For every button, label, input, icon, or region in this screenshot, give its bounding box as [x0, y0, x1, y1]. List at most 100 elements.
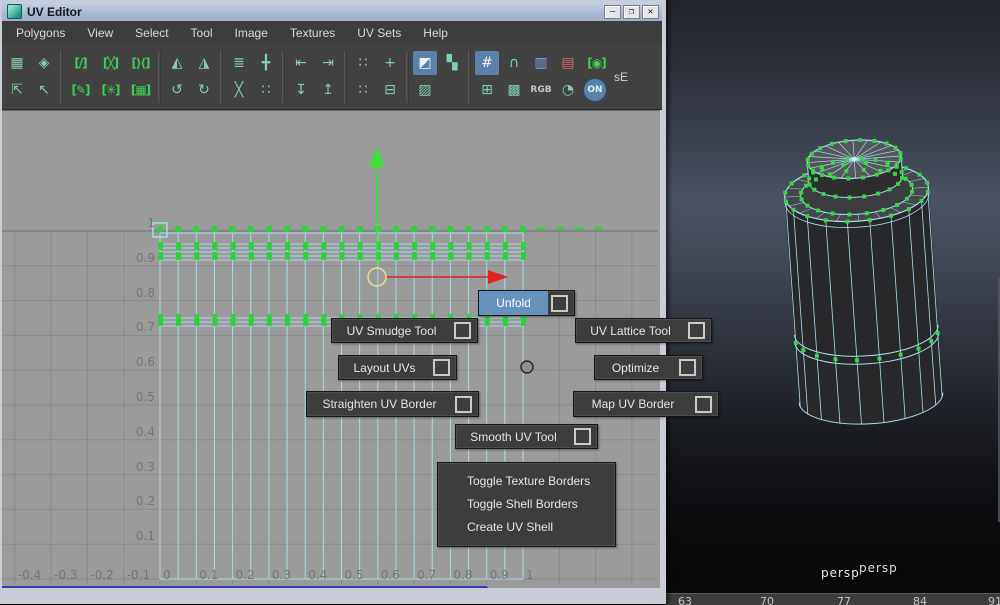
submenu-item-toggle-texture-borders[interactable]: Toggle Texture Borders — [438, 470, 615, 493]
marking-menu-map-uv-border[interactable]: Map UV Border — [573, 391, 719, 417]
toolbar-group: ≣╋╳∷ — [227, 51, 278, 102]
align-v-max-icon[interactable]: ↥ — [316, 78, 340, 102]
display-on-icon[interactable]: ON — [583, 78, 607, 102]
align-u-max-icon[interactable]: ⇥ — [316, 51, 340, 75]
menubar-item-uv-sets[interactable]: UV Sets — [346, 21, 412, 44]
randomize-shells-icon[interactable]: ╳ — [227, 78, 251, 102]
tile-border-icon[interactable]: ⊞ — [475, 78, 499, 102]
menubar-item-help[interactable]: Help — [412, 21, 459, 44]
snap-stack-icon[interactable]: ∷ — [351, 78, 375, 102]
snap-to-grid-icon[interactable]: ╋ — [254, 51, 278, 75]
toolbar-group: [∕][╳][⟩⟨] [✎][✳][▦] — [67, 51, 154, 102]
option-box[interactable] — [454, 322, 471, 339]
persp-viewport[interactable]: persp persp 6370778491 — [666, 0, 1000, 604]
cut-uv-edge-icon[interactable]: [∕] — [67, 51, 94, 75]
stack-shells-icon[interactable]: ∷ — [254, 78, 278, 102]
shrink-texture-icon[interactable]: ▚ — [440, 51, 464, 75]
marking-menu-label: UV Lattice Tool — [576, 319, 685, 342]
marking-menu-uv-lattice-tool[interactable]: UV Lattice Tool — [575, 318, 712, 343]
menubar-item-textures[interactable]: Textures — [279, 21, 346, 44]
toolbar-row: ◩▚ — [413, 51, 464, 75]
alpha-channel-icon[interactable]: ◔ — [556, 78, 580, 102]
align-u-min-icon[interactable]: ⇤ — [289, 51, 313, 75]
sew-uv-edges-icon[interactable]: [⟩⟨] — [127, 51, 154, 75]
toolbar-group: ▦◈⇱↖ — [5, 51, 56, 102]
toolbar-group: ⇤⇥↧↥ — [289, 51, 340, 102]
marking-menu-label: Optimize — [595, 356, 676, 379]
dim-image-icon[interactable]: ▩ — [502, 78, 526, 102]
uv-canvas[interactable]: 10.90.80.70.60.50.40.30.20.1-0.4-0.3-0.2… — [2, 110, 660, 588]
option-box[interactable] — [455, 396, 472, 413]
marking-menu-submenu: Toggle Texture BordersToggle Shell Borde… — [437, 462, 616, 547]
remove-tile-icon[interactable]: ⊟ — [378, 78, 402, 102]
minimize-button[interactable]: – — [604, 5, 621, 19]
toolbar-row: ↧↥ — [289, 78, 340, 102]
marking-menu-label: Unfold — [479, 291, 548, 315]
toolbar-group: ◩▚▨ — [413, 51, 464, 102]
rgb-channels-icon[interactable]: RGB — [529, 78, 553, 102]
titlebar[interactable]: UV Editor –❒✕ — [2, 2, 662, 21]
toolbar-row: ⇱↖ — [5, 78, 56, 102]
marking-menu-label: Straighten UV Border — [307, 392, 452, 416]
toolbar-group: #∩▥▤[◉] ⊞▩RGB◔ON — [475, 51, 610, 102]
marking-menu-uv-smudge-tool[interactable]: UV Smudge Tool — [331, 318, 478, 343]
option-box[interactable] — [679, 359, 696, 376]
menubar-item-tool[interactable]: Tool — [180, 21, 224, 44]
toolbar: ▦◈⇱↖[∕][╳][⟩⟨][✎][✳][▦]◭◮↺↻≣╋╳∷⇤⇥↧↥∷+∷⊟◩… — [2, 44, 662, 110]
toolbar-row: ↺↻ — [165, 78, 216, 102]
toolbar-row: ◭◮ — [165, 51, 216, 75]
cut-uv-tool-icon[interactable]: [✎] — [67, 78, 94, 102]
split-uvs-icon[interactable]: [╳] — [97, 51, 124, 75]
select-uv-shell-icon[interactable]: ↖ — [32, 78, 56, 102]
menubar-item-polygons[interactable]: Polygons — [5, 21, 76, 44]
flip-v-icon[interactable]: ◮ — [192, 51, 216, 75]
toolbar-separator — [344, 51, 347, 103]
marking-menu-unfold[interactable]: Unfold — [478, 290, 575, 316]
add-tile-icon[interactable]: + — [378, 51, 402, 75]
rotate-cw-icon[interactable]: ↻ — [192, 78, 216, 102]
layout-uvs-icon[interactable]: ≣ — [227, 51, 251, 75]
submenu-item-create-uv-shell[interactable]: Create UV Shell — [438, 516, 615, 539]
option-box[interactable] — [688, 322, 705, 339]
merge-uvs-icon[interactable]: [✳] — [97, 78, 124, 102]
marking-menu-smooth-uv-tool[interactable]: Smooth UV Tool — [455, 424, 598, 449]
maximize-button[interactable]: ❒ — [623, 5, 640, 19]
grid-uvs-icon[interactable]: ▦ — [5, 51, 29, 75]
display-unfiltered-icon[interactable]: ▨ — [413, 78, 437, 102]
toolbar-group: ∷+∷⊟ — [351, 51, 402, 102]
pixel-snap-icon[interactable]: ∩ — [502, 51, 526, 75]
texture-grid-icon[interactable]: # — [475, 51, 499, 75]
move-and-sew-icon[interactable]: [▦] — [127, 78, 154, 102]
flip-u-icon[interactable]: ◭ — [165, 51, 189, 75]
window-title: UV Editor — [27, 5, 82, 19]
rotate-ccw-icon[interactable]: ↺ — [165, 78, 189, 102]
move-uv-shell-icon[interactable]: ◈ — [32, 51, 56, 75]
maya-app-icon — [7, 4, 22, 19]
marking-menu-label: Map UV Border — [574, 392, 692, 416]
option-box[interactable] — [551, 295, 568, 312]
toolbar-row: [∕][╳][⟩⟨] — [67, 51, 154, 75]
timeline[interactable]: 6370778491 — [666, 593, 1000, 605]
toolbar-separator — [468, 51, 471, 103]
option-box[interactable] — [695, 396, 712, 413]
toolbar-row: ▨ — [413, 78, 464, 102]
align-v-min-icon[interactable]: ↧ — [289, 78, 313, 102]
option-box[interactable] — [574, 428, 591, 445]
marking-menu-layout-uvs[interactable]: Layout UVs — [338, 355, 457, 380]
snap-together-icon[interactable]: ∷ — [351, 51, 375, 75]
toolbar-row: ▦◈ — [5, 51, 56, 75]
close-button[interactable]: ✕ — [642, 5, 659, 19]
display-image-icon[interactable]: ◩ — [413, 51, 437, 75]
submenu-item-toggle-shell-borders[interactable]: Toggle Shell Borders — [438, 493, 615, 516]
menubar-item-select[interactable]: Select — [124, 21, 179, 44]
select-edge-loop-icon[interactable]: ⇱ — [5, 78, 29, 102]
uv-snapshot-icon[interactable]: [◉] — [583, 51, 610, 75]
copy-uvs-icon[interactable]: ▥ — [529, 51, 553, 75]
menubar-item-image[interactable]: Image — [224, 21, 279, 44]
marking-menu-optimize[interactable]: Optimize — [594, 355, 703, 380]
marking-menu-straighten-uv-border[interactable]: Straighten UV Border — [306, 391, 479, 417]
cylinder-wireframe — [666, 0, 1000, 604]
menubar-item-view[interactable]: View — [76, 21, 124, 44]
paste-uvs-icon[interactable]: ▤ — [556, 51, 580, 75]
option-box[interactable] — [433, 359, 450, 376]
